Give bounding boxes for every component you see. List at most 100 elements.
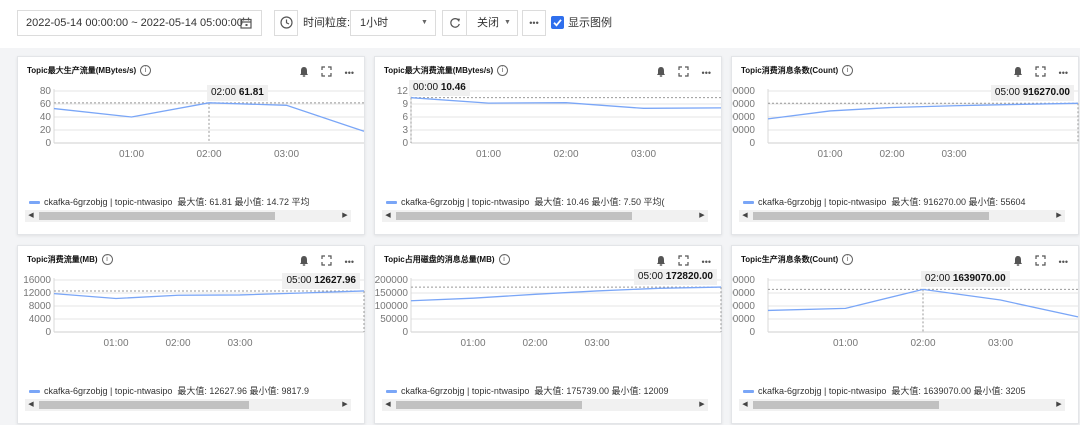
legend-scrollbar[interactable]: ◀ ▶ bbox=[739, 399, 1065, 411]
info-icon[interactable]: i bbox=[497, 65, 509, 77]
chart-title: Topic消费流量(MB) i bbox=[27, 254, 113, 266]
scroll-left-arrow-icon[interactable]: ◀ bbox=[382, 210, 394, 222]
tooltip-time: 00:00 bbox=[413, 81, 439, 93]
calendar-icon bbox=[240, 17, 252, 29]
chart-title: Topic生产消息条数(Count) i bbox=[741, 254, 854, 266]
legend-stats: 最大值: 916270.00 最小值: 55604 bbox=[891, 197, 1026, 207]
scroll-left-arrow-icon[interactable]: ◀ bbox=[739, 399, 751, 411]
info-icon[interactable]: i bbox=[842, 65, 854, 77]
bell-alarm-icon[interactable] bbox=[299, 66, 309, 80]
fullscreen-icon[interactable] bbox=[678, 66, 689, 80]
more-icon[interactable]: ••• bbox=[1059, 257, 1068, 267]
more-options-button[interactable]: ••• bbox=[522, 10, 546, 36]
y-tick-label: 0 bbox=[749, 327, 755, 338]
x-tick-label: 03:00 bbox=[274, 149, 299, 160]
fullscreen-icon[interactable] bbox=[1035, 66, 1046, 80]
y-tick-label: 60 bbox=[40, 99, 52, 110]
legend-scrollbar[interactable]: ◀ ▶ bbox=[25, 210, 351, 222]
scrollbar-thumb[interactable] bbox=[396, 401, 582, 409]
scrollbar-thumb[interactable] bbox=[396, 212, 632, 220]
scroll-right-arrow-icon[interactable]: ▶ bbox=[339, 210, 351, 222]
scrollbar-thumb[interactable] bbox=[39, 212, 275, 220]
more-icon[interactable]: ••• bbox=[702, 68, 711, 78]
x-tick-label: 02:00 bbox=[910, 338, 935, 349]
bell-alarm-icon[interactable] bbox=[656, 255, 666, 269]
scroll-left-arrow-icon[interactable]: ◀ bbox=[382, 399, 394, 411]
chart-card: Topic最大消费流量(MBytes/s) i ••• ckafka-6grzob… bbox=[374, 56, 722, 235]
checkmark-icon bbox=[553, 19, 562, 27]
show-legend-checkbox[interactable] bbox=[551, 16, 564, 29]
more-icon[interactable]: ••• bbox=[345, 257, 354, 267]
fullscreen-icon[interactable] bbox=[321, 66, 332, 80]
tooltip-value: 61.81 bbox=[238, 86, 264, 98]
legend-scrollbar[interactable]: ◀ ▶ bbox=[382, 210, 708, 222]
y-tick-label: 100000 bbox=[375, 301, 408, 312]
more-icon[interactable]: ••• bbox=[702, 257, 711, 267]
bell-alarm-icon[interactable] bbox=[1013, 255, 1023, 269]
more-icon[interactable]: ••• bbox=[1059, 68, 1068, 78]
scrollbar-thumb[interactable] bbox=[753, 212, 989, 220]
y-tick-label: 3 bbox=[402, 125, 408, 136]
time-granularity-clock-button[interactable] bbox=[274, 10, 298, 36]
y-tick-label: 16000 bbox=[23, 275, 51, 286]
clock-icon bbox=[280, 16, 293, 29]
chart-tooltip: 02:00 61.81 bbox=[207, 84, 268, 101]
scroll-right-arrow-icon[interactable]: ▶ bbox=[339, 399, 351, 411]
scroll-left-arrow-icon[interactable]: ◀ bbox=[25, 210, 37, 222]
x-tick-label: 01:00 bbox=[817, 149, 842, 160]
info-icon[interactable]: i bbox=[101, 254, 113, 266]
scroll-left-arrow-icon[interactable]: ◀ bbox=[739, 210, 751, 222]
scroll-right-arrow-icon[interactable]: ▶ bbox=[696, 399, 708, 411]
scroll-right-arrow-icon[interactable]: ▶ bbox=[1053, 210, 1065, 222]
chart-title-text: Topic生产消息条数(Count) bbox=[741, 255, 839, 264]
chart-title: Topic占用磁盘的消息总量(MB) i bbox=[384, 254, 510, 266]
line-chart[interactable]: 0 3 6 9 12 01:00 02:00 03:00 bbox=[375, 81, 723, 193]
card-actions: ••• bbox=[648, 253, 711, 267]
chart-card: Topic消费消息条数(Count) i ••• ckafka-6grzobjg … bbox=[731, 56, 1079, 235]
line-chart[interactable]: 0 50000 100000 150000 200000 01:00 02:00 03:00 bbox=[375, 270, 723, 382]
legend-stats: 最大值: 1639070.00 最小值: 3205 bbox=[891, 386, 1026, 396]
legend-scrollbar[interactable]: ◀ ▶ bbox=[25, 399, 351, 411]
x-tick-label: 01:00 bbox=[476, 149, 501, 160]
date-range-picker[interactable]: 2022-05-14 00:00:00 ~ 2022-05-14 05:00:0… bbox=[17, 10, 262, 36]
legend-stats: 最大值: 12627.96 最小值: 9817.9 bbox=[177, 386, 309, 396]
bell-alarm-icon[interactable] bbox=[299, 255, 309, 269]
legend-scrollbar[interactable]: ◀ ▶ bbox=[739, 210, 1065, 222]
y-tick-label: 900000 bbox=[732, 99, 755, 110]
scrollbar-thumb[interactable] bbox=[39, 401, 249, 409]
scroll-right-arrow-icon[interactable]: ▶ bbox=[1053, 399, 1065, 411]
more-icon[interactable]: ••• bbox=[345, 68, 354, 78]
refresh-value: 关闭 bbox=[477, 17, 499, 29]
legend-series-label: ckafka-6grzobjg | topic-ntwasipo bbox=[44, 386, 173, 396]
y-tick-label: 6 bbox=[402, 112, 408, 123]
granularity-select[interactable]: 1小时 ▼ bbox=[350, 10, 436, 36]
fullscreen-icon[interactable] bbox=[1035, 255, 1046, 269]
chart-title-text: Topic占用磁盘的消息总量(MB) bbox=[384, 255, 495, 264]
toolbar: 2022-05-14 00:00:00 ~ 2022-05-14 05:00:0… bbox=[0, 0, 1080, 48]
x-tick-label: 03:00 bbox=[988, 338, 1013, 349]
y-tick-label: 1000000 bbox=[732, 301, 755, 312]
y-tick-label: 80 bbox=[40, 86, 52, 97]
chevron-down-icon: ▼ bbox=[421, 19, 428, 26]
scroll-left-arrow-icon[interactable]: ◀ bbox=[25, 399, 37, 411]
bell-alarm-icon[interactable] bbox=[656, 66, 666, 80]
y-tick-label: 4000 bbox=[29, 314, 52, 325]
bell-alarm-icon[interactable] bbox=[1013, 66, 1023, 80]
refresh-icon bbox=[450, 18, 460, 28]
info-icon[interactable]: i bbox=[842, 254, 854, 266]
chart-legend: ckafka-6grzobjg | topic-ntwasipo 最大值: 10… bbox=[386, 195, 716, 209]
info-icon[interactable]: i bbox=[140, 65, 152, 77]
legend-scrollbar[interactable]: ◀ ▶ bbox=[382, 399, 708, 411]
legend-series-label: ckafka-6grzobjg | topic-ntwasipo bbox=[401, 386, 530, 396]
scroll-right-arrow-icon[interactable]: ▶ bbox=[696, 210, 708, 222]
line-chart[interactable]: 0 20 40 60 80 01:00 02:00 03:00 bbox=[18, 81, 366, 193]
fullscreen-icon[interactable] bbox=[678, 255, 689, 269]
chart-legend: ckafka-6grzobjg | topic-ntwasipo 最大值: 61… bbox=[29, 195, 359, 209]
auto-refresh-select[interactable]: 关闭 ▼ bbox=[442, 10, 518, 36]
fullscreen-icon[interactable] bbox=[321, 255, 332, 269]
scrollbar-thumb[interactable] bbox=[753, 401, 939, 409]
info-icon[interactable]: i bbox=[498, 254, 510, 266]
legend-swatch bbox=[29, 390, 40, 394]
line-chart[interactable]: 0 500000 1000000 1500000 2000000 01:00 02:00 03… bbox=[732, 270, 1080, 382]
y-tick-label: 1200000 bbox=[732, 86, 755, 97]
